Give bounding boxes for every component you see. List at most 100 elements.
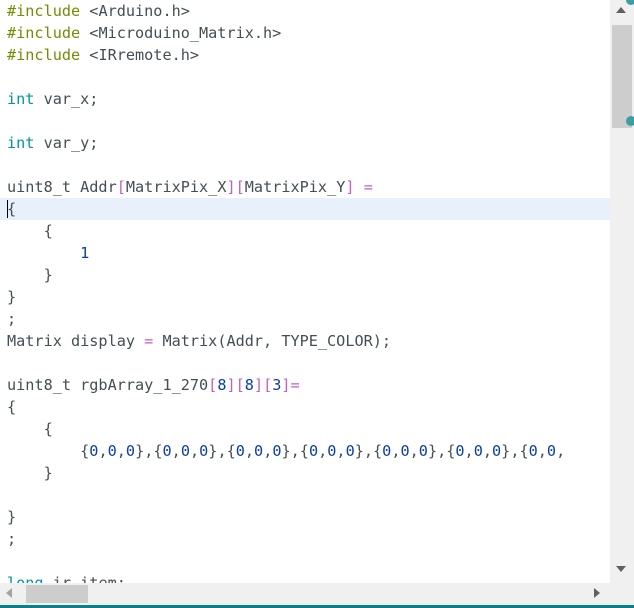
code-line: } — [7, 506, 16, 528]
code-token: 1 — [80, 244, 90, 262]
code-token: ][ — [226, 376, 245, 394]
code-token: , — [318, 442, 328, 460]
code-token: ][ — [253, 376, 273, 394]
code-token: uint8_t rgbArray_1_270 — [7, 376, 209, 394]
code-line: #include <IRremote.h> — [7, 44, 199, 66]
code-token: { — [7, 420, 53, 438]
code-token: } — [7, 464, 53, 482]
code-token: <Arduino.h> — [80, 2, 190, 20]
code-token: , — [482, 442, 493, 460]
code-line: ; — [7, 528, 16, 550]
code-token: , — [409, 442, 419, 460]
current-line-highlight — [0, 198, 610, 220]
code-token: 0 — [180, 442, 190, 460]
scrollbar-corner — [610, 583, 634, 605]
code-token: 0 — [254, 442, 264, 460]
code-line: #include <Microduino_Matrix.h> — [7, 22, 281, 44]
code-token: 8 — [244, 376, 254, 394]
horizontal-scrollbar[interactable] — [0, 583, 610, 605]
code-token: 0 — [400, 442, 410, 460]
code-token: 0 — [345, 442, 355, 460]
code-token: { — [7, 200, 17, 218]
code-token: },{ — [281, 442, 309, 460]
code-token: <IRremote.h> — [80, 46, 200, 64]
code-editor[interactable]: #include <Arduino.h> #include <Microduino… — [0, 0, 610, 583]
code-token: { — [7, 222, 53, 240]
code-line: { — [7, 418, 53, 440]
code-token: 0 — [308, 442, 319, 460]
code-token: <Microduino_Matrix.h> — [80, 24, 282, 42]
code-token: #include — [7, 24, 81, 42]
code-token: , — [336, 442, 346, 460]
code-token: , — [189, 442, 200, 460]
code-token: ir_item; — [43, 574, 126, 583]
code-line: } — [7, 462, 53, 484]
code-token: ]= — [281, 376, 300, 394]
code-token: #include — [7, 46, 81, 64]
code-token: MatrixPix_X — [125, 178, 227, 196]
code-token: },{ — [135, 442, 163, 460]
code-token: ; — [7, 310, 17, 328]
code-line: } — [7, 264, 53, 286]
code-token: var_y; — [34, 134, 99, 152]
code-line: int var_y; — [7, 132, 98, 154]
code-token: MatrixPix_Y — [244, 178, 346, 196]
code-token: 0 — [199, 442, 209, 460]
code-token: , — [116, 442, 126, 460]
code-line: } — [7, 286, 16, 308]
code-token: 0 — [235, 442, 245, 460]
code-line: ; — [7, 308, 16, 330]
code-token: 0 — [492, 442, 502, 460]
arrow-up-icon[interactable] — [616, 7, 626, 13]
code-token: = — [144, 332, 154, 350]
code-token: , — [98, 442, 108, 460]
code-line: int var_x; — [7, 88, 98, 110]
code-token: { — [7, 398, 17, 416]
code-token: , — [263, 442, 273, 460]
code-line: #include <Arduino.h> — [7, 0, 190, 22]
code-line: long ir_item; — [7, 572, 126, 583]
code-token: },{ — [354, 442, 383, 460]
arrow-right-icon[interactable] — [594, 588, 600, 598]
code-token: , — [537, 442, 547, 460]
code-line: { — [7, 220, 53, 242]
code-line: Matrix display = Matrix(Addr, TYPE_COLOR… — [7, 330, 391, 352]
code-token: uint8_t Addr — [7, 178, 117, 196]
code-token: 0 — [272, 442, 282, 460]
code-token: 0 — [162, 442, 172, 460]
vertical-scroll-thumb[interactable] — [612, 25, 632, 128]
code-line: uint8_t rgbArray_1_270[8][8][3]= — [7, 374, 300, 396]
arrow-down-icon[interactable] — [616, 566, 626, 572]
code-token: var_x; — [34, 90, 99, 108]
code-token: = — [363, 178, 373, 196]
code-token: ] — [345, 178, 355, 196]
code-line: 1 — [7, 242, 89, 264]
code-token: } — [7, 288, 17, 306]
code-token: 0 — [107, 442, 117, 460]
code-token: },{ — [501, 442, 529, 460]
code-token: , — [244, 442, 255, 460]
code-token: 0 — [382, 442, 392, 460]
code-token: int — [7, 90, 35, 108]
horizontal-scroll-thumb[interactable] — [26, 585, 88, 603]
code-token: 0 — [473, 442, 483, 460]
code-token: },{ — [427, 442, 456, 460]
code-token: 0 — [418, 442, 428, 460]
code-token: 0 — [528, 442, 538, 460]
code-token: 0 — [125, 442, 136, 460]
code-token: long — [7, 574, 44, 583]
code-line: { — [7, 198, 16, 220]
vertical-scrollbar[interactable] — [610, 0, 634, 583]
code-token: , — [171, 442, 181, 460]
arrow-left-icon[interactable] — [6, 588, 12, 598]
code-token: { — [7, 442, 90, 460]
code-token: [ — [208, 376, 218, 394]
code-token: },{ — [208, 442, 236, 460]
code-token: 0 — [455, 442, 465, 460]
code-token: 0 — [546, 442, 557, 460]
code-token: ][ — [226, 178, 245, 196]
scroll-marker-icon — [626, 116, 634, 126]
code-token: } — [7, 266, 53, 284]
code-token: ; — [7, 530, 17, 548]
